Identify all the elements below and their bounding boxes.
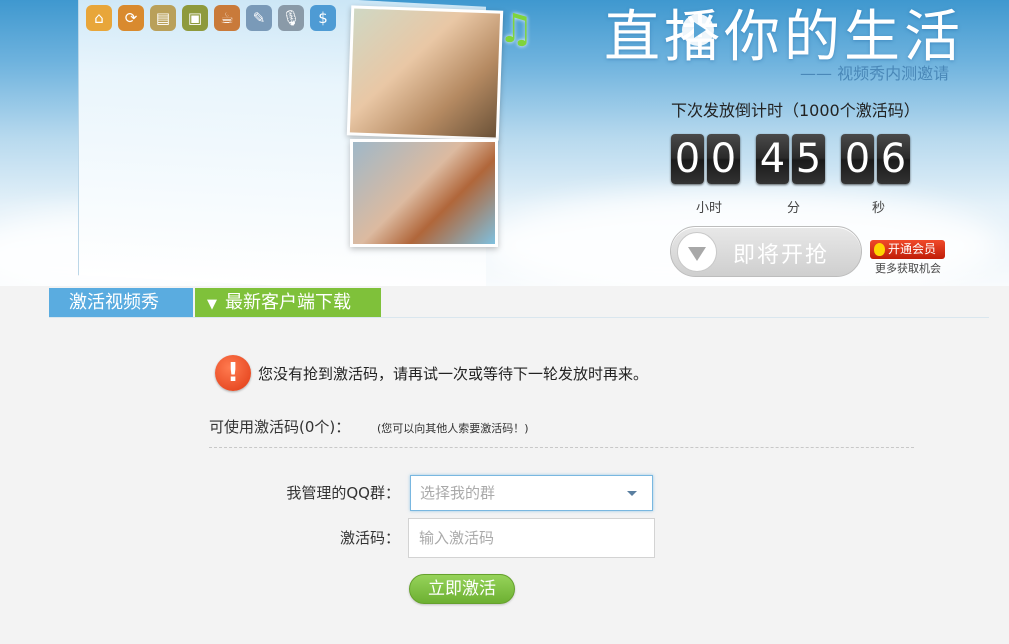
available-codes-title: 可使用激活码(0个)：: [209, 418, 351, 436]
qq-group-placeholder: 选择我的群: [420, 484, 496, 502]
tab-client-download[interactable]: ▼ 最新客户端下载: [195, 288, 381, 318]
music-note-icon: ♫: [498, 6, 534, 52]
vip-open-button[interactable]: 开通会员: [870, 240, 945, 259]
grab-code-button[interactable]: 即将开抢: [670, 226, 862, 277]
activation-code-input[interactable]: 输入激活码: [408, 518, 655, 558]
countdown-seconds-tens: 0: [841, 134, 874, 184]
countdown-minutes-tens: 4: [756, 134, 789, 184]
tab-client-download-label: 最新客户端下载: [225, 292, 351, 313]
microphone-icon: 🎙: [278, 5, 304, 31]
unit-hours: 小时: [696, 201, 723, 216]
section-divider: [209, 447, 914, 448]
unit-seconds: 秒: [872, 201, 886, 216]
play-icon: [682, 14, 714, 46]
qq-penguin-icon: [874, 243, 885, 256]
qq-group-select[interactable]: 选择我的群: [410, 475, 653, 511]
vip-subtext: 更多获取机会: [875, 262, 941, 275]
alert-message: 您没有抢到激活码，请再试一次或等待下一轮发放时再来。: [258, 365, 649, 383]
chevron-down-icon: [627, 491, 637, 496]
main-tabs: 激活视频秀 ▼ 最新客户端下载: [49, 288, 383, 318]
coin-icon: $: [310, 5, 336, 31]
film-icon: ▤: [150, 5, 176, 31]
available-codes-hint: (您可以向其他人索要激活码！): [377, 422, 529, 435]
coffee-icon: ☕: [214, 5, 240, 31]
countdown-hours-tens: 0: [671, 134, 704, 184]
user-photo-1: [346, 5, 504, 141]
triangle-down-icon: ▼: [207, 297, 217, 312]
activation-code-placeholder: 输入激活码: [419, 529, 495, 547]
qq-group-label: 我管理的QQ群：: [286, 484, 400, 502]
tab-activate-video-show[interactable]: 激活视频秀: [49, 288, 193, 318]
sync-icon: ⟳: [118, 5, 144, 31]
user-photo-2: [350, 139, 498, 247]
note-add-icon: ✎: [246, 5, 272, 31]
hero-banner: ⌂ ⟳ ▤ ▣ ☕ ✎ 🎙 $ ♫ 直播你的生活 —— 视频秀内测邀请 下次发放…: [0, 0, 1009, 286]
unit-minutes: 分: [787, 201, 801, 216]
video-icon: ▣: [182, 5, 208, 31]
countdown-hours-ones: 0: [707, 134, 740, 184]
chevron-down-icon: [677, 232, 717, 272]
countdown-minutes-ones: 5: [792, 134, 825, 184]
activation-code-label: 激活码：: [339, 529, 400, 547]
app-toolbar-illustration: ⌂ ⟳ ▤ ▣ ☕ ✎ 🎙 $: [86, 0, 356, 36]
banner-subslogan: —— 视频秀内测邀请: [800, 64, 950, 83]
countdown-title: 下次发放倒计时（1000个激活码）: [671, 101, 920, 120]
countdown-timer: 0 0 4 5 0 6: [671, 134, 913, 184]
activate-button[interactable]: 立即激活: [409, 574, 515, 604]
vip-open-label: 开通会员: [888, 242, 937, 256]
tab-divider: [49, 317, 989, 318]
home-icon: ⌂: [86, 5, 112, 31]
warning-icon: !: [215, 355, 251, 391]
grab-code-label: 即将开抢: [733, 243, 830, 268]
countdown-seconds-ones: 6: [877, 134, 910, 184]
